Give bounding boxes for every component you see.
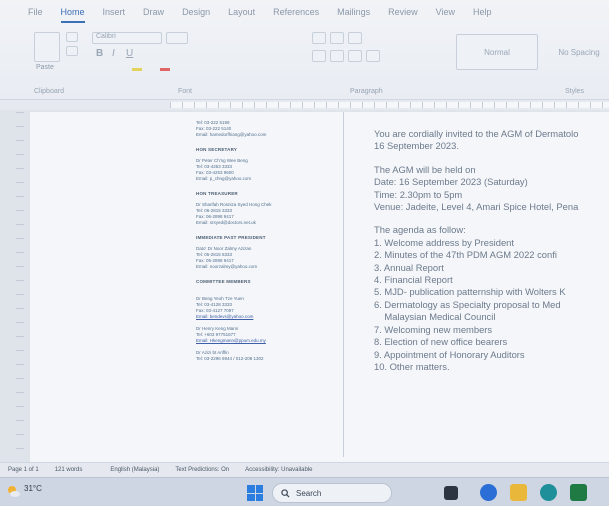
style-no-spacing[interactable]: No Spacing [544, 34, 609, 70]
agenda-item: 9. Appointment of Honorary Auditors [374, 348, 525, 360]
underline-button[interactable]: U [126, 48, 133, 59]
accessibility-status[interactable]: Accessibility: Unavailable [245, 467, 312, 473]
numbering-button[interactable] [330, 32, 344, 44]
ribbon-tab-help[interactable]: Help [473, 7, 492, 23]
windows-start-icon[interactable] [247, 485, 263, 501]
multilevel-button[interactable] [348, 32, 362, 44]
font-size-dropdown[interactable] [166, 32, 188, 44]
taskbar-search[interactable]: Search [272, 483, 392, 503]
agenda-item: 3. Annual Report [374, 261, 444, 273]
vertical-ruler[interactable] [16, 112, 24, 452]
font-name-dropdown[interactable]: Calibri [92, 32, 162, 44]
ribbon: File Home Insert Draw Design Layout References… [0, 0, 609, 100]
search-icon [281, 488, 290, 498]
ribbon-tab-references[interactable]: References [273, 7, 319, 23]
agm-line: The AGM will be held on [374, 163, 476, 175]
contact-line: Email: p_chng@yahoo.com [196, 176, 252, 181]
group-label-font: Font [178, 88, 193, 95]
taskbar: 31°C Search [0, 477, 609, 506]
ribbon-tab-view[interactable]: View [436, 7, 455, 23]
ribbon-tab-insert[interactable]: Insert [103, 7, 126, 23]
file-explorer-icon[interactable] [510, 484, 527, 501]
ribbon-tab-mailings[interactable]: Mailings [337, 7, 370, 23]
invite-paragraph: You are cordially invited to the AGM of … [374, 128, 609, 153]
agenda-item: 8. Election of new office bearers [374, 336, 508, 348]
agenda-item: 7. Welcoming new members [374, 323, 493, 335]
align-right-button[interactable] [348, 50, 362, 62]
justify-button[interactable] [366, 50, 380, 62]
agenda-item: Malaysian Medical Council [374, 311, 496, 323]
agm-time: Time: 2.30pm to 5pm [374, 188, 463, 200]
agm-venue: Venue: Jadeite, Level 4, Amari Spice Hot… [374, 201, 579, 213]
paste-button[interactable] [34, 32, 60, 62]
agenda-item: 10. Other matters. [374, 360, 450, 372]
word-count[interactable]: 121 words [55, 467, 83, 473]
contact-section: IMMEDIATE PAST PRESIDENT Dato' Dr Noor Za… [196, 235, 336, 270]
agenda-intro: The agenda as follow: [374, 224, 466, 236]
contact-section: HON TREASURER Dr Sharifah Rosniza Syed Ho… [196, 191, 336, 226]
invite-line: You are cordially invited to the AGM of … [374, 128, 579, 139]
agm-date: Date: 16 September 2023 (Saturday) [374, 176, 528, 188]
ribbon-tab-layout[interactable]: Layout [228, 7, 255, 23]
bullets-button[interactable] [312, 32, 326, 44]
contact-line: Email: noorzalmy@yahoo.com [196, 264, 258, 269]
ribbon-tab-draw[interactable]: Draw [143, 7, 164, 23]
widgets-icon[interactable] [480, 484, 497, 501]
agm-details: The AGM will be held on Date: 16 Septemb… [374, 164, 609, 214]
text-predictions-status[interactable]: Text Predictions: On [175, 467, 229, 473]
weather-icon[interactable] [6, 484, 20, 498]
excel-icon[interactable] [570, 484, 587, 501]
agenda-item: 4. Financial Report [374, 274, 453, 286]
invite-line: 16 September 2023. [374, 140, 459, 152]
paste-label: Paste [36, 64, 54, 71]
ribbon-tab-home[interactable]: Home [60, 7, 85, 23]
font-color-icon[interactable] [160, 68, 170, 71]
ribbon-tabs: File Home Insert Draw Design Layout References… [28, 7, 609, 23]
task-view-icon[interactable] [444, 486, 458, 500]
contact-line: Email: srsyed@doctors.net.uk [196, 220, 256, 225]
agenda-item: 5. MJD- publication patternship with Wol… [374, 286, 566, 298]
group-label-styles: Styles [565, 88, 585, 95]
ribbon-tab-design[interactable]: Design [182, 7, 210, 23]
align-left-button[interactable] [312, 50, 326, 62]
contact-section: HON SECRETARY Dr Peter Ch'ng Wee Beng Tel:… [196, 147, 336, 182]
contact-line: Tel: 03-2296 6944 / 012-208 1302 [196, 356, 264, 361]
bold-button[interactable]: B [96, 48, 103, 59]
contact-section: COMMITTEE MEMBERS Dr Beng Yeoh Tze Yuen Te… [196, 279, 336, 362]
agenda-list: 1. Welcome address by President 2. Minute… [374, 237, 609, 373]
align-center-button[interactable] [330, 50, 344, 62]
agenda-item: 2. Minutes of the 47th PDM AGM 2022 conf… [374, 249, 557, 261]
language-status[interactable]: English (Malaysia) [98, 467, 159, 473]
agenda-item: 1. Welcome address by President [374, 236, 514, 248]
page-count[interactable]: Page 1 of 1 [8, 467, 39, 473]
edge-browser-icon[interactable] [540, 484, 557, 501]
weather-temperature[interactable]: 31°C [24, 484, 42, 493]
italic-button[interactable]: I [112, 48, 115, 59]
cut-icon[interactable] [66, 32, 78, 42]
letter-body[interactable]: You are cordially invited to the AGM of … [374, 128, 609, 373]
copy-icon[interactable] [66, 46, 78, 56]
column-divider [343, 112, 344, 457]
ribbon-tab-file[interactable]: File [28, 7, 43, 23]
contact-line: Email: hamedorfhiang@yahoo.com [196, 132, 267, 137]
agenda-item: 6. Dermatology as Specialty proposal to … [374, 298, 561, 310]
style-normal[interactable]: Normal [456, 34, 538, 70]
group-label-paragraph: Paragraph [350, 88, 383, 95]
horizontal-ruler[interactable] [0, 100, 609, 110]
contact-column: Tel: 03-222 5199 Fax: 03-222 5140 Email: h… [196, 120, 336, 362]
search-label: Search [296, 488, 322, 498]
top-contact-block: Tel: 03-222 5199 Fax: 03-222 5140 Email: h… [196, 120, 336, 138]
highlight-icon[interactable] [132, 68, 142, 71]
ribbon-tab-review[interactable]: Review [388, 7, 418, 23]
status-bar: Page 1 of 1 121 words English (Malaysia)… [0, 462, 609, 477]
group-label-clipboard: Clipboard [34, 88, 64, 95]
